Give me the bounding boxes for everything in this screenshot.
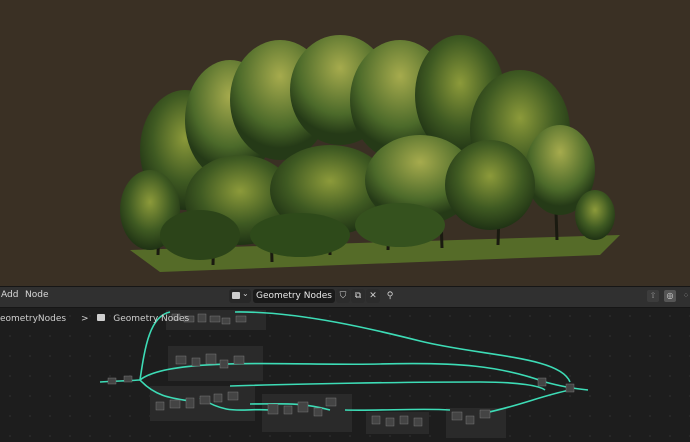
editor-header: Add Node ⌄ Geometry Nodes ⛉ ⧉ ✕ ⚲ ⇧ ◎ ⁘ <box>0 286 690 308</box>
tree-canopy <box>120 35 615 260</box>
overlay-icon[interactable]: ◎ <box>664 290 676 302</box>
menu-add[interactable]: Add <box>1 290 18 300</box>
breadcrumb-current[interactable]: Geometry Nodes <box>113 314 189 324</box>
chevron-down-icon: ⌄ <box>242 289 249 298</box>
pin-icon[interactable]: ⚲ <box>383 289 397 303</box>
grid-icon[interactable]: ⁘ <box>680 290 690 302</box>
duplicate-icon[interactable]: ⧉ <box>351 289 365 303</box>
menu-node[interactable]: Node <box>25 290 49 300</box>
forest-render <box>120 35 620 272</box>
node-tree-name-field[interactable]: Geometry Nodes <box>253 289 335 303</box>
node-editor[interactable]: Add Node ⌄ Geometry Nodes ⛉ ⧉ ✕ ⚲ ⇧ ◎ ⁘ … <box>0 286 690 442</box>
node-tree-icon <box>232 292 240 299</box>
fake-user-shield-icon[interactable]: ⛉ <box>336 289 350 303</box>
breadcrumb-separator: > <box>80 314 89 324</box>
parent-node-tree-icon[interactable]: ⇧ <box>647 290 659 302</box>
node-tree-browse-button[interactable]: ⌄ <box>229 289 251 303</box>
breadcrumb-root[interactable]: eometryNodes <box>0 314 66 324</box>
3d-viewport[interactable] <box>0 0 690 286</box>
node-graph[interactable] <box>0 286 690 442</box>
close-icon[interactable]: ✕ <box>366 289 380 303</box>
breadcrumb: eometryNodes > Geometry Nodes <box>0 314 189 324</box>
node-tree-icon <box>97 314 106 321</box>
